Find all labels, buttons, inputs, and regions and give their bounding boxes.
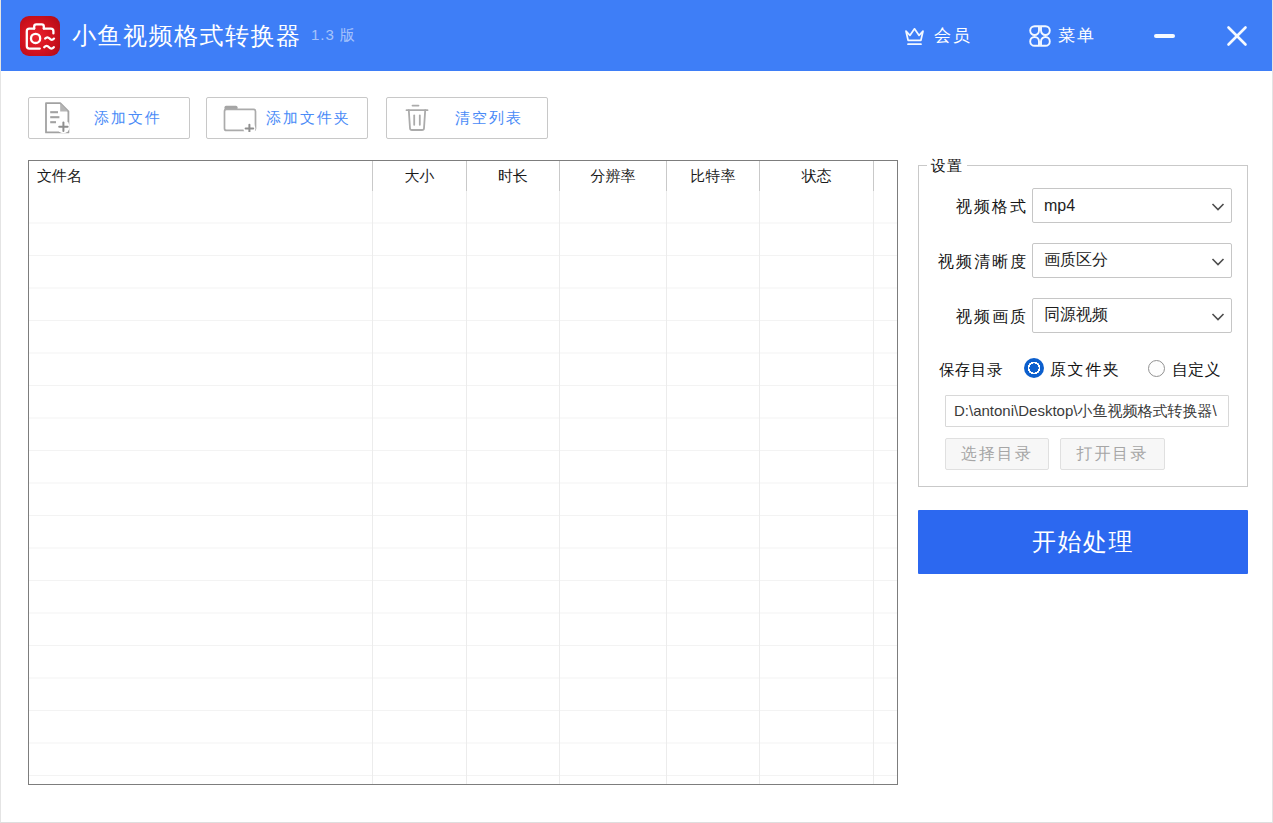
chevron-down-icon xyxy=(1211,258,1225,266)
app-version: 1.3 版 xyxy=(311,0,356,71)
settings-group: 设置 视频格式 mp4 视频清晰度 画质区分 视频画质 同源视频 保存目录 原文… xyxy=(918,165,1248,487)
radio-original-folder[interactable] xyxy=(1024,358,1044,378)
member-label: 会员 xyxy=(934,24,972,47)
column-header-size[interactable]: 大小 xyxy=(373,161,467,191)
add-folder-button[interactable]: 添加文件夹 xyxy=(206,97,368,139)
settings-legend: 设置 xyxy=(927,157,967,174)
video-quality-select[interactable]: 同源视频 xyxy=(1032,298,1232,333)
crown-icon xyxy=(903,24,926,47)
video-quality-label: 视频画质 xyxy=(919,307,1028,328)
video-clarity-select[interactable]: 画质区分 xyxy=(1032,243,1232,278)
add-file-label: 添加文件 xyxy=(94,109,162,128)
minimize-icon xyxy=(1154,34,1175,38)
clear-list-button[interactable]: 清空列表 xyxy=(386,97,548,139)
start-processing-button[interactable]: 开始处理 xyxy=(918,510,1248,574)
add-folder-label: 添加文件夹 xyxy=(266,109,351,128)
menu-label: 菜单 xyxy=(1058,24,1096,47)
column-header-spacer xyxy=(874,161,897,191)
app-logo xyxy=(20,16,60,56)
menu-grid-icon xyxy=(1029,25,1051,47)
column-header-status[interactable]: 状态 xyxy=(760,161,874,191)
minimize-button[interactable] xyxy=(1144,18,1184,54)
video-clarity-value: 画质区分 xyxy=(1044,250,1108,271)
save-dir-label: 保存目录 xyxy=(919,360,1003,381)
camera-wave-icon xyxy=(20,16,60,56)
video-format-select[interactable]: mp4 xyxy=(1032,188,1232,223)
close-button[interactable] xyxy=(1217,16,1257,56)
menu-button[interactable]: 菜单 xyxy=(1029,0,1096,71)
video-clarity-label: 视频清晰度 xyxy=(919,252,1028,273)
column-header-filename[interactable]: 文件名 xyxy=(29,161,373,191)
clear-list-label: 清空列表 xyxy=(455,109,523,128)
member-button[interactable]: 会员 xyxy=(903,0,972,71)
add-folder-icon xyxy=(223,104,257,132)
clear-list-icon xyxy=(405,104,429,132)
save-path-input[interactable]: D:\antoni\Desktop\小鱼视频格式转换器\ xyxy=(945,395,1229,427)
open-directory-button[interactable]: 打开目录 xyxy=(1060,438,1165,470)
close-icon xyxy=(1226,25,1248,47)
radio-custom-label: 自定义 xyxy=(1172,360,1221,381)
video-format-value: mp4 xyxy=(1044,197,1075,215)
column-header-duration[interactable]: 时长 xyxy=(467,161,560,191)
add-file-icon xyxy=(44,102,70,134)
column-header-bitrate[interactable]: 比特率 xyxy=(667,161,760,191)
video-quality-value: 同源视频 xyxy=(1044,305,1108,326)
chevron-down-icon xyxy=(1211,203,1225,211)
app-title: 小鱼视频格式转换器 xyxy=(72,0,302,71)
title-bar: 小鱼视频格式转换器 1.3 版 会员 菜单 xyxy=(0,0,1273,71)
file-table-header: 文件名 大小 时长 分辨率 比特率 状态 xyxy=(29,161,897,191)
file-table: 文件名 大小 时长 分辨率 比特率 状态 xyxy=(28,160,898,785)
add-file-button[interactable]: 添加文件 xyxy=(28,97,190,139)
radio-original-folder-label: 原文件夹 xyxy=(1050,360,1120,381)
choose-directory-button[interactable]: 选择目录 xyxy=(945,438,1049,470)
file-table-body[interactable] xyxy=(29,191,897,784)
video-format-label: 视频格式 xyxy=(919,197,1028,218)
chevron-down-icon xyxy=(1211,313,1225,321)
radio-custom[interactable] xyxy=(1148,360,1165,377)
column-header-resolution[interactable]: 分辨率 xyxy=(560,161,667,191)
